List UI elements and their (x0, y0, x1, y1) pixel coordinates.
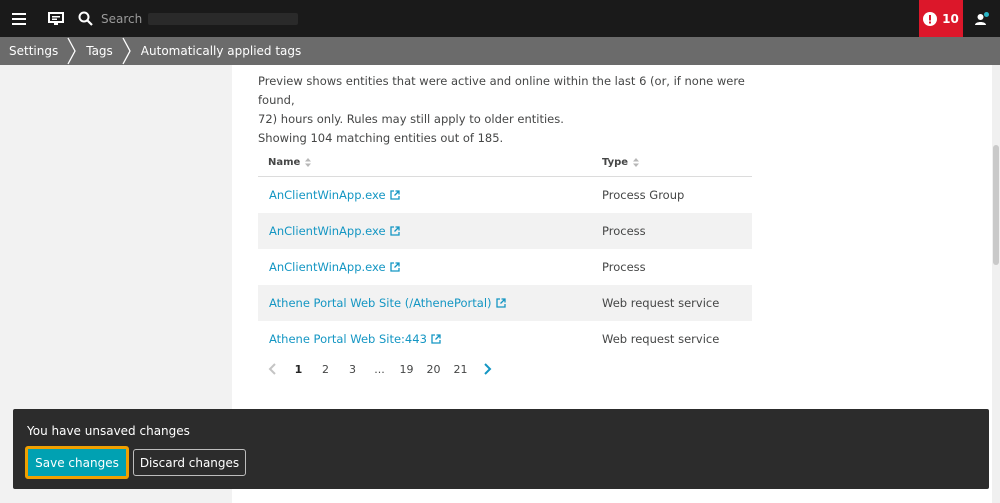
discard-changes-button[interactable]: Discard changes (133, 449, 246, 476)
page-20[interactable]: 20 (420, 363, 447, 376)
page-19[interactable]: 19 (393, 363, 420, 376)
pagination: 1 2 3 ... 19 20 21 (258, 358, 501, 380)
entity-type: Process Group (602, 188, 685, 202)
breadcrumb-separator-icon (122, 37, 131, 65)
table-row: AnClientWinApp.exe Process (258, 213, 752, 249)
problems-alert-button[interactable]: 10 (919, 0, 963, 37)
entity-type: Web request service (602, 332, 720, 346)
scrollbar[interactable] (992, 65, 1000, 503)
table-row: AnClientWinApp.exe Process (258, 249, 752, 285)
alert-icon (923, 11, 938, 26)
menu-button[interactable] (0, 0, 37, 37)
scrollbar-thumb[interactable] (993, 145, 999, 265)
entity-link[interactable]: AnClientWinApp.exe (269, 260, 386, 274)
hamburger-icon (11, 12, 26, 25)
page-21[interactable]: 21 (447, 363, 474, 376)
table-header: Name Type (258, 149, 752, 177)
monitor-icon (47, 11, 64, 25)
user-menu-button[interactable] (963, 0, 1000, 37)
next-page-button[interactable] (474, 363, 501, 375)
entity-type: Web request service (602, 296, 720, 310)
entity-link[interactable]: AnClientWinApp.exe (269, 188, 386, 202)
breadcrumb-tags[interactable]: Tags (77, 37, 122, 65)
top-navigation-bar: Search 10 (0, 0, 1000, 37)
alert-count: 10 (942, 11, 959, 26)
search-redacted-area (148, 12, 299, 25)
page-3[interactable]: 3 (339, 363, 366, 376)
external-link-icon[interactable] (389, 226, 400, 236)
search-field[interactable]: Search (78, 0, 299, 37)
page-ellipsis: ... (374, 362, 385, 376)
save-changes-button[interactable]: Save changes (25, 446, 129, 479)
external-link-icon[interactable] (431, 334, 441, 344)
page-1[interactable]: 1 (285, 363, 312, 376)
entity-type: Process (602, 224, 646, 238)
user-icon (974, 11, 989, 25)
breadcrumb: Settings Tags Automatically applied tags (0, 37, 1000, 65)
chevron-right-icon (483, 363, 491, 375)
sort-icon (633, 158, 640, 167)
table-row: Athene Portal Web Site (/AthenePortal) W… (258, 285, 752, 321)
breadcrumb-settings[interactable]: Settings (0, 37, 67, 65)
entity-link[interactable]: AnClientWinApp.exe (269, 224, 386, 238)
external-link-icon[interactable] (495, 298, 506, 308)
sort-icon (305, 158, 312, 167)
chevron-left-icon (268, 363, 276, 375)
entity-link[interactable]: Athene Portal Web Site (/AthenePortal) (269, 296, 492, 310)
column-header-name[interactable]: Name (258, 157, 602, 168)
external-link-icon[interactable] (389, 190, 400, 200)
dashboard-button[interactable] (37, 0, 74, 37)
unsaved-changes-message: You have unsaved changes (27, 424, 190, 438)
previous-page-button[interactable] (258, 363, 285, 375)
external-link-icon[interactable] (389, 262, 400, 272)
matching-entities-table: Name Type AnClientWinApp.exe Process Gro… (258, 149, 752, 357)
breadcrumb-automatically-applied-tags: Automatically applied tags (140, 44, 302, 58)
preview-description: Preview shows entities that were active … (258, 72, 758, 148)
matching-count: Showing 104 matching entities out of 185… (258, 131, 504, 145)
entity-link[interactable]: Athene Portal Web Site:443 (269, 332, 427, 346)
column-header-type[interactable]: Type (602, 157, 752, 168)
entity-type: Process (602, 260, 646, 274)
breadcrumb-separator-icon (67, 37, 76, 65)
search-icon (78, 11, 93, 26)
table-row: AnClientWinApp.exe Process Group (258, 177, 752, 213)
search-placeholder: Search (101, 11, 143, 26)
table-row: Athene Portal Web Site:443 Web request s… (258, 321, 752, 357)
page-2[interactable]: 2 (312, 363, 339, 376)
unsaved-changes-bar: You have unsaved changes Save changes Di… (13, 409, 989, 489)
